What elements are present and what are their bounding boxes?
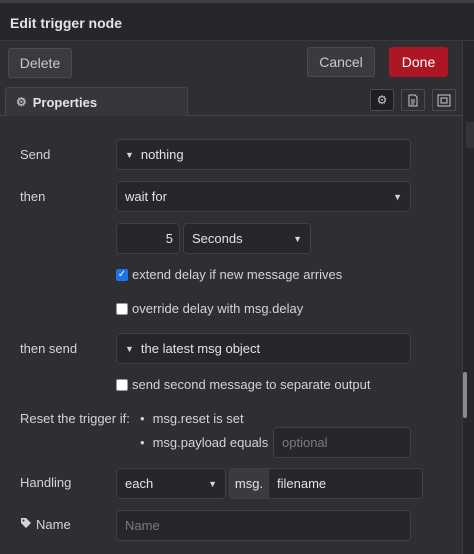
second-output-checkbox[interactable]: send second message to separate output (116, 377, 371, 392)
then-label: then (20, 189, 46, 204)
chevron-down-icon: ▼ (293, 233, 302, 244)
name-placeholder: Name (125, 518, 160, 533)
tray-title: Edit trigger node (0, 3, 474, 41)
tab-description-icon[interactable] (401, 89, 425, 111)
gear-icon: ⚙ (16, 95, 27, 109)
then-value: wait for (125, 189, 167, 204)
delay-unit-select[interactable]: Seconds ▼ (183, 223, 311, 254)
delay-amount-value: 5 (165, 231, 173, 246)
cancel-button[interactable]: Cancel (307, 47, 375, 77)
send-value: nothing (140, 147, 184, 162)
tab-appearance-icon[interactable] (432, 89, 456, 111)
checkbox-box[interactable] (116, 378, 128, 391)
reset-payload-placeholder: optional (282, 435, 328, 450)
tray-toolbar: Delete Cancel Done (0, 42, 474, 84)
done-button[interactable]: Done (389, 47, 448, 77)
reset-payload-input[interactable]: optional (273, 427, 411, 458)
chevron-down-icon: ▼ (208, 478, 217, 489)
tab-settings-gear-icon[interactable]: ⚙ (370, 89, 394, 111)
scrollbar-thumb[interactable] (463, 372, 467, 418)
name-label-row: Name (20, 517, 71, 532)
check-icon[interactable]: ✓ (116, 268, 128, 281)
caret-right-icon: ▼ (125, 343, 134, 354)
send-select[interactable]: ▼ nothing (116, 139, 411, 170)
msg-prefix-label: msg. (229, 468, 269, 499)
tab-strip: ⚙ Properties ⚙ (0, 84, 462, 116)
reset-rule-2-text: msg.payload equals (152, 435, 269, 450)
override-delay-checkbox[interactable]: override delay with msg.delay (116, 301, 303, 316)
send-label: Send (20, 147, 51, 162)
then-send-value: the latest msg object (140, 341, 261, 356)
delete-button[interactable]: Delete (8, 48, 72, 78)
description-icon (408, 94, 418, 106)
tab-properties[interactable]: ⚙ Properties (5, 87, 188, 116)
override-delay-label: override delay with msg.delay (132, 301, 304, 316)
second-output-label: send second message to separate output (132, 377, 371, 392)
delay-unit-value: Seconds (192, 231, 243, 246)
properties-panel: Send ▼ nothing then wait for ▼ 5 Seconds… (0, 116, 462, 554)
name-label: Name (36, 517, 71, 532)
tag-icon-svg (21, 518, 31, 528)
extend-delay-label: extend delay if new message arrives (132, 267, 343, 282)
tag-icon (20, 517, 32, 532)
appearance-icon (437, 94, 451, 106)
handling-property-input[interactable]: filename (268, 468, 423, 499)
scrollbar-upper-block (466, 122, 474, 148)
reset-label: Reset the trigger if: (20, 411, 130, 426)
bullet-icon: • (140, 435, 145, 450)
reset-rule-1-text: msg.reset is set (152, 411, 244, 426)
then-send-select[interactable]: ▼ the latest msg object (116, 333, 411, 364)
tab-properties-label: Properties (32, 94, 98, 110)
name-input[interactable]: Name (116, 510, 411, 541)
chevron-down-icon: ▼ (393, 191, 402, 202)
handling-mode-value: each (125, 476, 154, 491)
caret-right-icon: ▼ (125, 149, 134, 160)
reset-rule-1: • msg.reset is set (140, 411, 244, 426)
handling-property-value: filename (277, 476, 327, 491)
extend-delay-checkbox[interactable]: ✓ extend delay if new message arrives (116, 267, 342, 282)
scrollbar-track[interactable] (462, 41, 474, 554)
then-send-label: then send (20, 341, 78, 356)
reset-rule-2: • msg.payload equals (140, 435, 268, 450)
delay-amount-input[interactable]: 5 (116, 223, 180, 254)
edit-trigger-tray: Edit trigger node Delete Cancel Done ⚙ P… (0, 0, 474, 554)
handling-label: Handling (20, 475, 72, 490)
checkbox-box[interactable] (116, 302, 128, 315)
then-select[interactable]: wait for ▼ (116, 181, 411, 212)
handling-mode-select[interactable]: each ▼ (116, 468, 226, 499)
bullet-icon: • (140, 411, 145, 426)
